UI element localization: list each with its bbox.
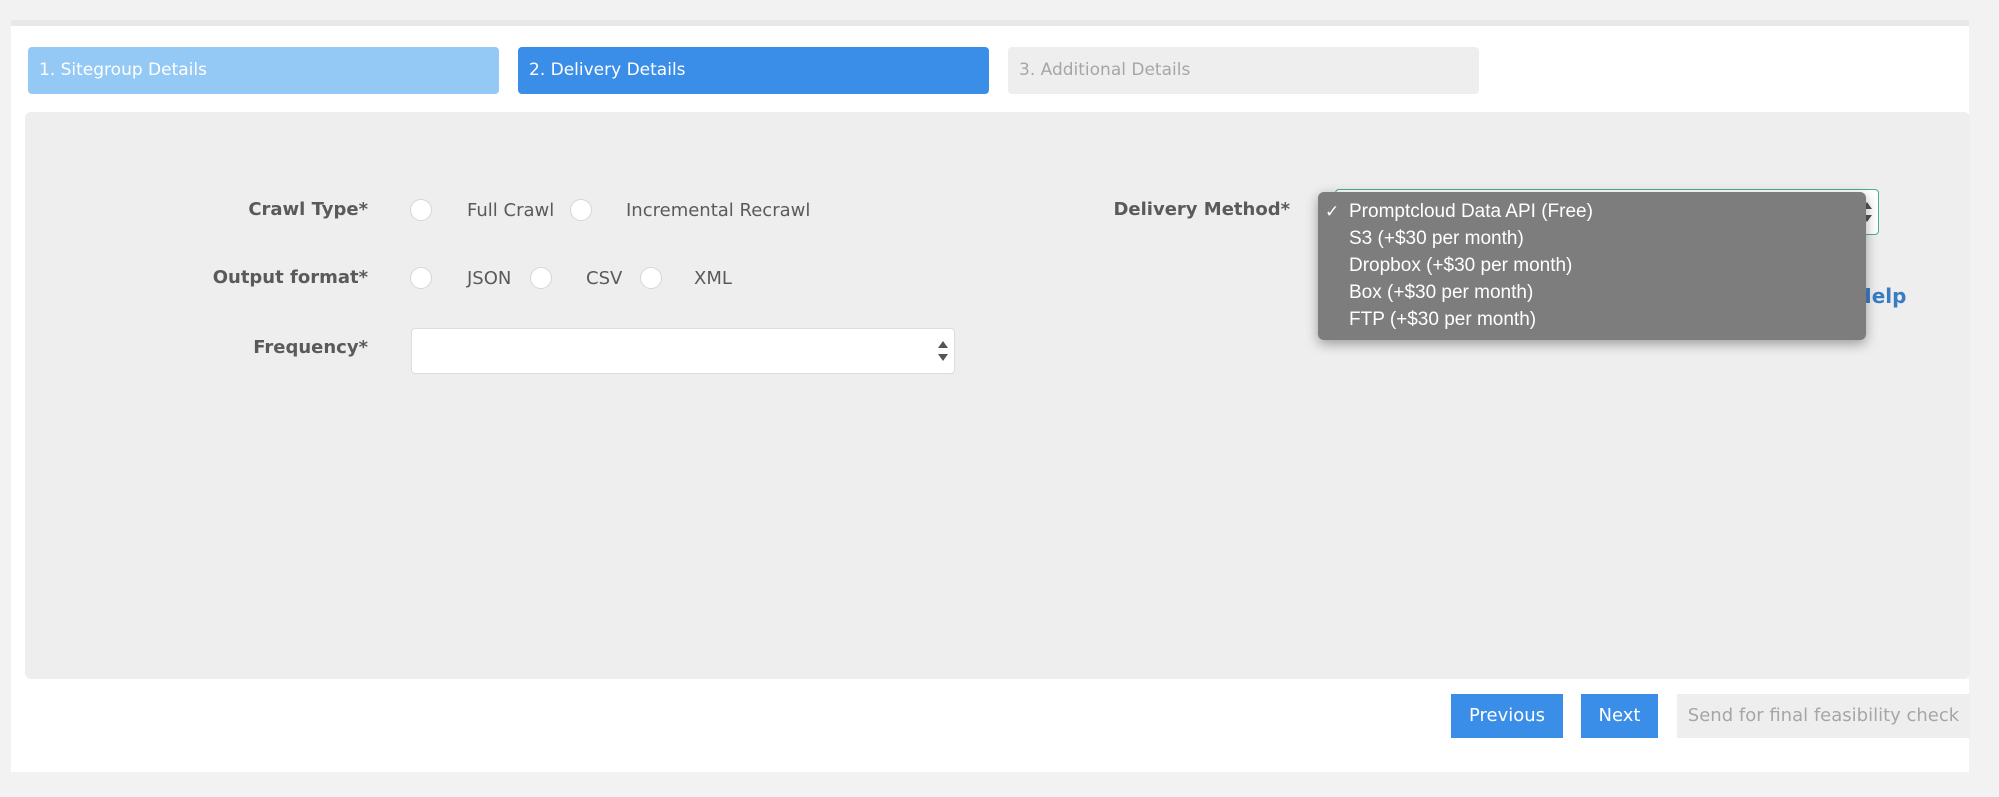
json-option-label[interactable]: JSON xyxy=(467,268,511,289)
json-radio[interactable] xyxy=(410,267,432,289)
delivery-option-box[interactable]: Box (+$30 per month) xyxy=(1318,279,1866,306)
delivery-option-label: Promptcloud Data API (Free) xyxy=(1349,201,1593,222)
delivery-option-label: S3 (+$30 per month) xyxy=(1349,228,1524,249)
delivery-option-label: Box (+$30 per month) xyxy=(1349,282,1534,303)
frequency-label: Frequency* xyxy=(253,337,368,358)
select-arrows-icon xyxy=(938,341,948,361)
crawl-type-label: Crawl Type* xyxy=(248,199,368,220)
csv-option-label[interactable]: CSV xyxy=(586,268,622,289)
full-crawl-radio[interactable] xyxy=(410,199,432,221)
full-crawl-option-label[interactable]: Full Crawl xyxy=(467,200,554,221)
delivery-option-promptcloud-api[interactable]: ✓ Promptcloud Data API (Free) xyxy=(1318,198,1866,225)
delivery-option-ftp[interactable]: FTP (+$30 per month) xyxy=(1318,306,1866,333)
step-additional-details: 3. Additional Details xyxy=(1008,47,1479,94)
previous-button[interactable]: Previous xyxy=(1451,694,1563,738)
delivery-option-label: FTP (+$30 per month) xyxy=(1349,309,1537,330)
delivery-method-dropdown: ✓ Promptcloud Data API (Free) S3 (+$30 p… xyxy=(1318,192,1866,340)
send-feasibility-check-button: Send for final feasibility check xyxy=(1677,694,1970,738)
next-button[interactable]: Next xyxy=(1581,694,1658,738)
incremental-recrawl-radio[interactable] xyxy=(570,199,592,221)
step-delivery-details[interactable]: 2. Delivery Details xyxy=(518,47,989,94)
incremental-recrawl-option-label[interactable]: Incremental Recrawl xyxy=(626,200,810,221)
output-format-label: Output format* xyxy=(212,267,368,288)
checkmark-icon: ✓ xyxy=(1325,202,1340,221)
delivery-option-label: Dropbox (+$30 per month) xyxy=(1349,255,1573,276)
xml-radio[interactable] xyxy=(640,267,662,289)
delivery-method-label: Delivery Method* xyxy=(1113,199,1290,220)
delivery-option-s3[interactable]: S3 (+$30 per month) xyxy=(1318,225,1866,252)
xml-option-label[interactable]: XML xyxy=(694,268,732,289)
frequency-select[interactable] xyxy=(411,328,955,374)
csv-radio[interactable] xyxy=(530,267,552,289)
step-sitegroup-details[interactable]: 1. Sitegroup Details xyxy=(28,47,499,94)
delivery-option-dropbox[interactable]: Dropbox (+$30 per month) xyxy=(1318,252,1866,279)
